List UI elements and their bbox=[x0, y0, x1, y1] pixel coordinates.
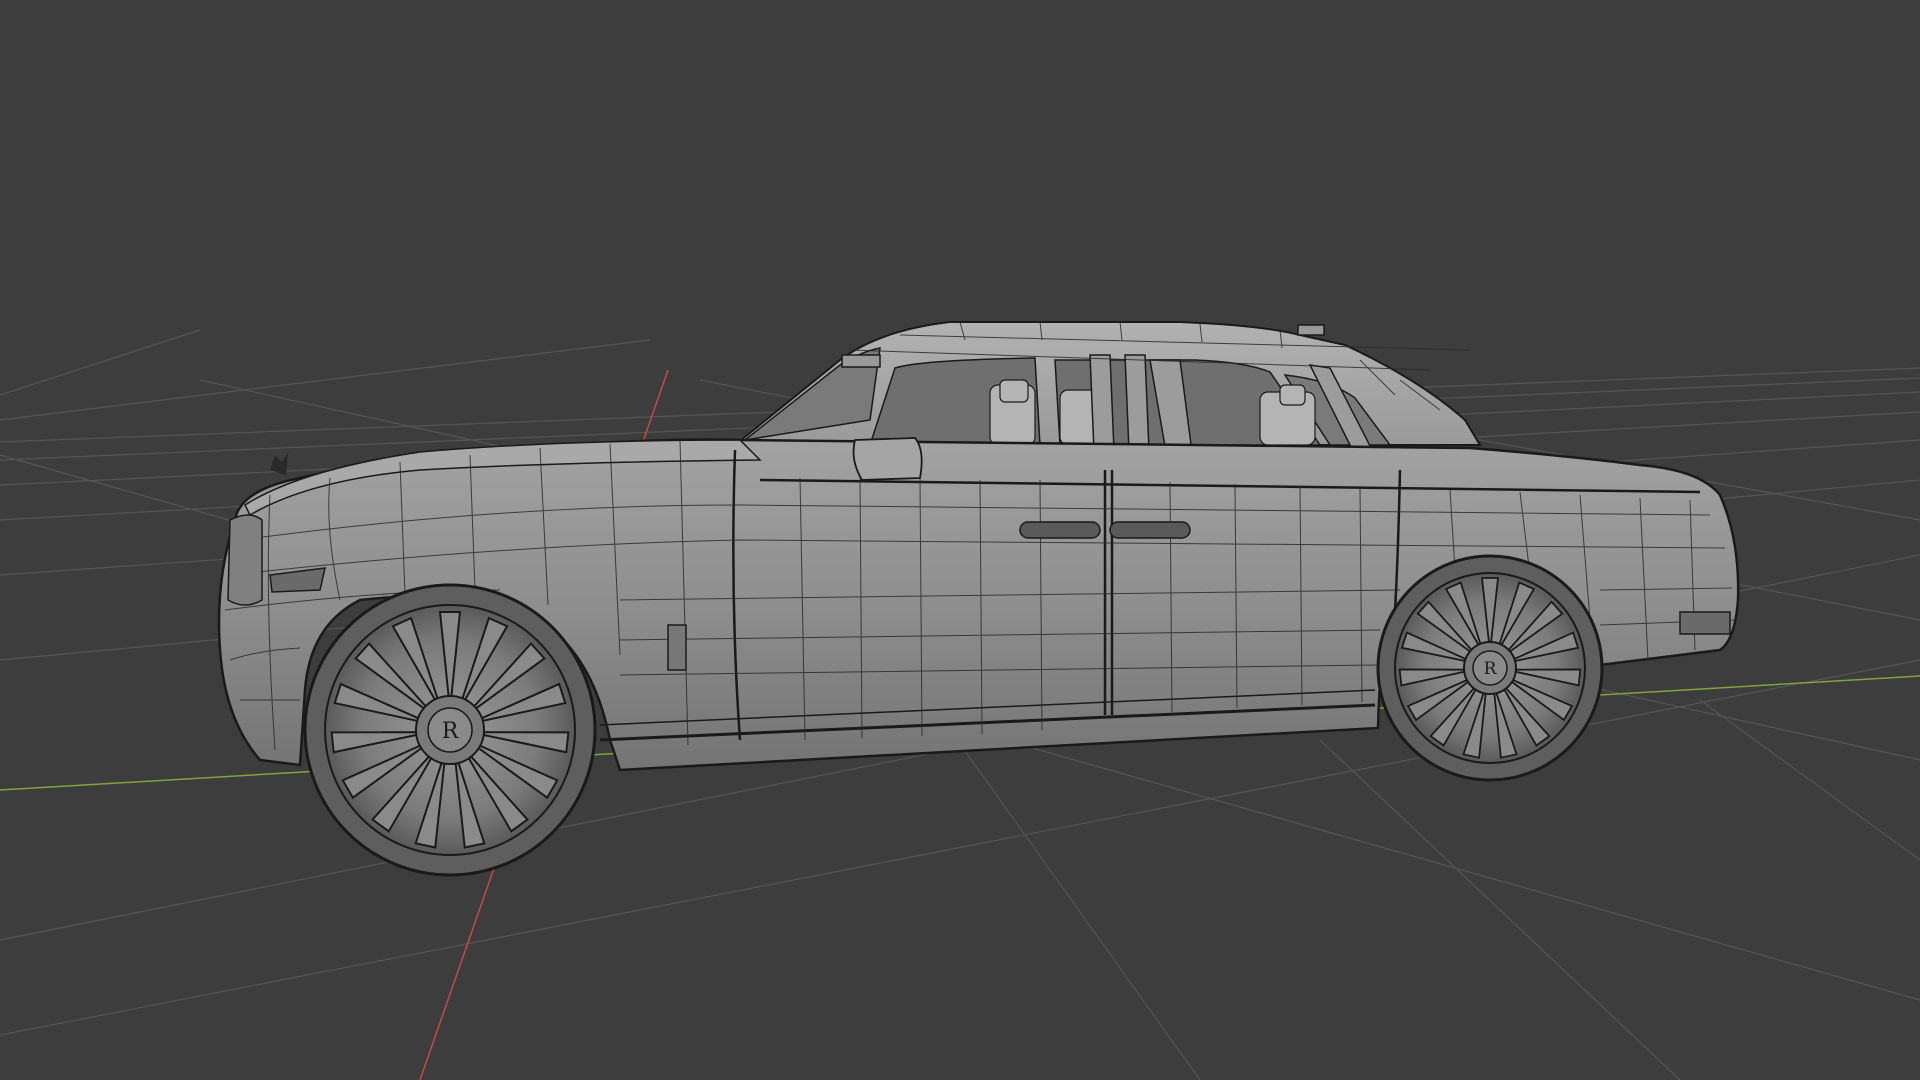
rear-wheel[interactable]: R bbox=[1376, 554, 1604, 782]
rear-roof-sensor bbox=[1297, 324, 1325, 336]
3d-viewport[interactable]: R R bbox=[0, 0, 1920, 1080]
viewport-canvas[interactable]: R R bbox=[0, 0, 1920, 1080]
car-rear-light bbox=[1679, 611, 1731, 635]
rear-wheel-emblem: R bbox=[1484, 659, 1498, 679]
car-front-grille bbox=[227, 514, 263, 606]
front-wheel-emblem: R bbox=[442, 719, 460, 744]
car-side-mirror bbox=[852, 437, 923, 481]
roof-sensor bbox=[841, 354, 881, 368]
car-fender-badge bbox=[667, 624, 687, 671]
front-wheel[interactable]: R bbox=[303, 583, 597, 877]
